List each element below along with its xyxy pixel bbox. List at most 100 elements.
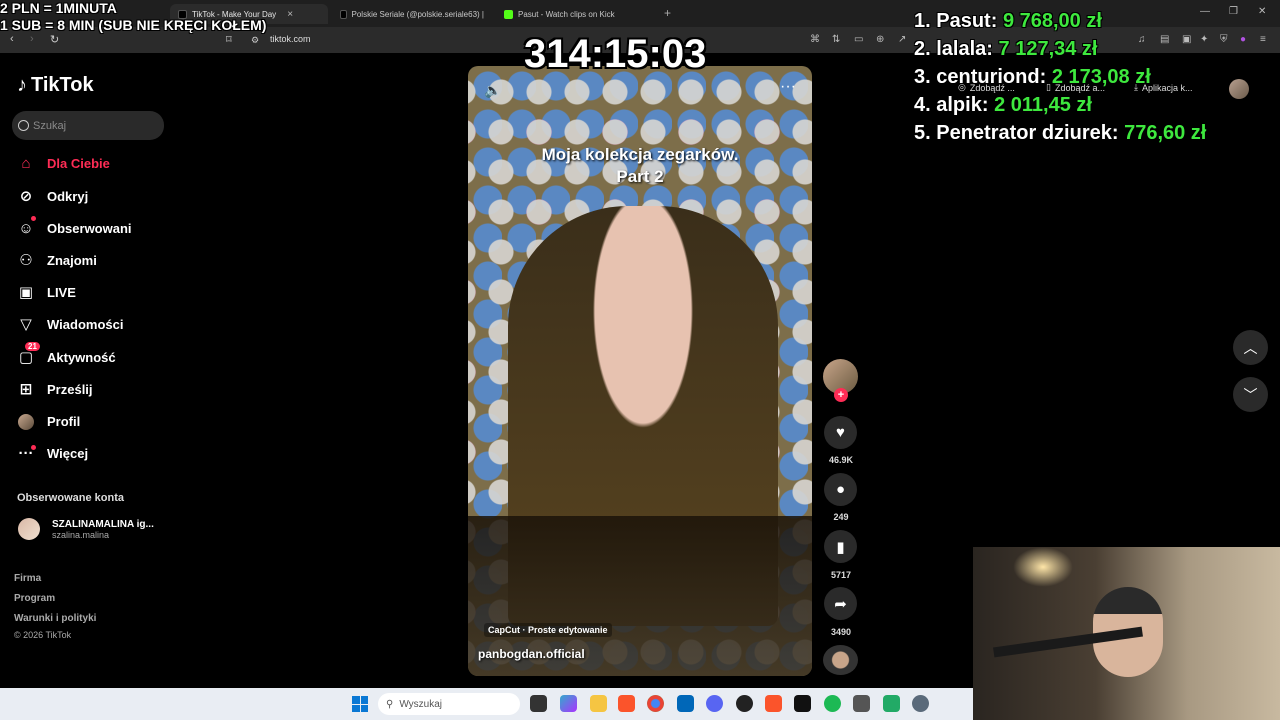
sidebar-item-wiadomosci[interactable]: ▽ Wiadomości — [17, 312, 123, 336]
tts-icon[interactable]: ⇅ — [832, 34, 840, 45]
footer-link-program[interactable]: Program — [14, 593, 55, 604]
search-placeholder: Szukaj — [33, 119, 67, 132]
video-author[interactable]: panbogdan.official — [478, 647, 585, 661]
restore-icon[interactable]: ❐ — [1229, 6, 1238, 17]
url-field[interactable]: tiktok.com — [270, 34, 311, 44]
caption-line-2: Part 2 — [616, 167, 664, 186]
leaderboard-row: 1. Pasut: 9 768,00 zł — [914, 8, 1206, 36]
translate-icon[interactable]: ⌘ — [810, 34, 820, 45]
sidebar-item-aktywnosc[interactable]: ▢ 21 Aktywność — [17, 342, 116, 369]
tiktok-logo[interactable]: ♪ TikTok — [17, 74, 94, 97]
task-view-icon[interactable] — [530, 695, 547, 712]
new-tab-icon[interactable]: + — [664, 6, 671, 20]
search-icon — [18, 120, 29, 131]
compass-icon: ⊘ — [19, 188, 33, 205]
screenshot-icon[interactable]: ▭ — [854, 34, 863, 45]
music-disc-icon[interactable] — [823, 645, 858, 675]
sidebar-item-odkryj[interactable]: ⊘ Odkryj — [17, 184, 88, 208]
video-player[interactable]: 🔈 ··· Moja kolekcja zegarków. Part 2 Cap… — [468, 66, 812, 676]
menu-icon[interactable]: ≡ — [1260, 34, 1266, 45]
sidebar-item-wiecej[interactable]: ··· Więcej — [17, 441, 89, 465]
sidebar-item-label: Profil — [47, 413, 81, 429]
sidebar-item-przeslij[interactable]: ⊞ Prześlij — [17, 377, 93, 401]
file-explorer-icon[interactable] — [590, 695, 607, 712]
chevron-up-icon: ︿ — [1243, 339, 1258, 356]
rank: 1. — [914, 10, 931, 32]
leaderboard-row: 2. lalala: 7 127,34 zł — [914, 36, 1206, 64]
tab-label: Polskie Seriale (@polskie.seriale63) | — [351, 9, 484, 19]
share-button[interactable]: ➦ — [824, 587, 857, 620]
more-options-icon[interactable]: ··· — [780, 78, 796, 96]
discord-icon[interactable] — [706, 695, 723, 712]
profile-avatar[interactable] — [1229, 79, 1249, 99]
sidebar-item-label: Odkryj — [47, 188, 89, 204]
game-icon[interactable] — [883, 695, 900, 712]
calculator-icon[interactable] — [853, 695, 870, 712]
activity-badge: 21 — [25, 342, 40, 351]
sidebar-item-label: Aktywność — [47, 349, 116, 365]
followed-account[interactable]: SZALINAMALINA ig... szalina.malina — [18, 518, 154, 540]
live-icon: ▣ — [18, 284, 34, 301]
app-icon[interactable] — [794, 695, 811, 712]
save-button[interactable]: ▮ — [824, 530, 857, 563]
capcut-label[interactable]: CapCut · Proste edytowanie — [484, 623, 612, 637]
donor-name: Penetrator dziurek: — [936, 122, 1119, 144]
search-input[interactable]: Szukaj — [12, 111, 164, 140]
shield-icon[interactable]: ⛨ — [1220, 34, 1228, 45]
chrome-icon[interactable] — [647, 695, 664, 712]
like-button[interactable]: ♥ — [824, 416, 857, 449]
settings-gear-icon[interactable] — [912, 695, 929, 712]
reload-icon[interactable]: ↻ — [50, 33, 59, 46]
close-icon[interactable]: × — [287, 9, 293, 20]
sidebar-item-dla-ciebie[interactable]: ⌂ Dla Ciebie — [17, 151, 109, 175]
sidebar-item-live[interactable]: ▣ LIVE — [17, 280, 76, 304]
spotify-icon[interactable] — [824, 695, 841, 712]
tab-polskie-seriale[interactable]: Polskie Seriale (@polskie.seriale63) | — [332, 4, 492, 24]
bookmark-icon[interactable]: ⌑ — [226, 33, 232, 46]
site-info-icon[interactable]: ⚙ — [251, 35, 259, 46]
previous-video-button[interactable]: ︿ — [1233, 330, 1268, 365]
taskbar-search[interactable]: ⚲ Wyszukaj — [378, 693, 520, 715]
profile-icon — [17, 412, 35, 430]
follow-plus-icon[interactable]: + — [834, 388, 848, 402]
save-count: 5717 — [830, 570, 852, 580]
account-name: SZALINAMALINA ig... — [52, 518, 154, 530]
windows-start-icon[interactable] — [352, 696, 368, 712]
window-close-icon[interactable]: ✕ — [1258, 6, 1266, 17]
copyright: © 2026 TikTok — [14, 630, 72, 640]
rank: 3. — [914, 66, 931, 88]
tab-label: Pasut - Watch clips on Kick — [518, 9, 615, 19]
tab-kick[interactable]: Pasut - Watch clips on Kick — [496, 4, 656, 24]
footer-link-firma[interactable]: Firma — [14, 573, 41, 584]
comment-button[interactable]: ● — [824, 473, 857, 506]
back-icon[interactable]: ‹ — [10, 33, 14, 45]
donation-amount: 7 127,34 zł — [998, 38, 1098, 60]
heart-icon: ♥ — [836, 424, 845, 441]
sidebar-item-obserwowani[interactable]: ☺ Obserwowani — [17, 216, 132, 240]
webcam-lamp — [1013, 547, 1073, 587]
messages-icon: ▽ — [20, 316, 32, 333]
volume-icon[interactable]: 🔈 — [484, 82, 501, 99]
brave-icon[interactable] — [618, 695, 635, 712]
webcam-feed — [973, 547, 1280, 720]
rank: 5. — [914, 122, 931, 144]
next-video-button[interactable]: ﹀ — [1233, 377, 1268, 412]
footer-link-warunki[interactable]: Warunki i polityki — [14, 613, 96, 624]
forward-icon[interactable]: › — [30, 33, 34, 45]
share-icon[interactable]: ↗ — [898, 34, 906, 45]
obs-icon[interactable] — [736, 695, 753, 712]
home-icon: ⌂ — [21, 154, 31, 172]
zoom-icon[interactable]: ⊕ — [876, 34, 884, 45]
sidebar-item-label: Prześlij — [47, 381, 93, 397]
donation-amount: 776,60 zł — [1124, 122, 1207, 144]
brave-active-icon[interactable] — [765, 695, 782, 712]
sidebar-item-label: Znajomi — [47, 252, 97, 268]
chevron-down-icon: ﹀ — [1243, 386, 1258, 403]
copilot-icon[interactable] — [560, 695, 577, 712]
sidebar-item-label: Obserwowani — [47, 220, 132, 236]
sidebar-item-znajomi[interactable]: ⚇ Znajomi — [17, 248, 97, 272]
store-icon[interactable] — [677, 695, 694, 712]
vpn-icon[interactable]: ● — [1240, 34, 1246, 45]
overlay-line-1: 2 PLN = 1MINUTA — [0, 0, 117, 16]
sidebar-item-profil[interactable]: Profil — [17, 409, 80, 433]
